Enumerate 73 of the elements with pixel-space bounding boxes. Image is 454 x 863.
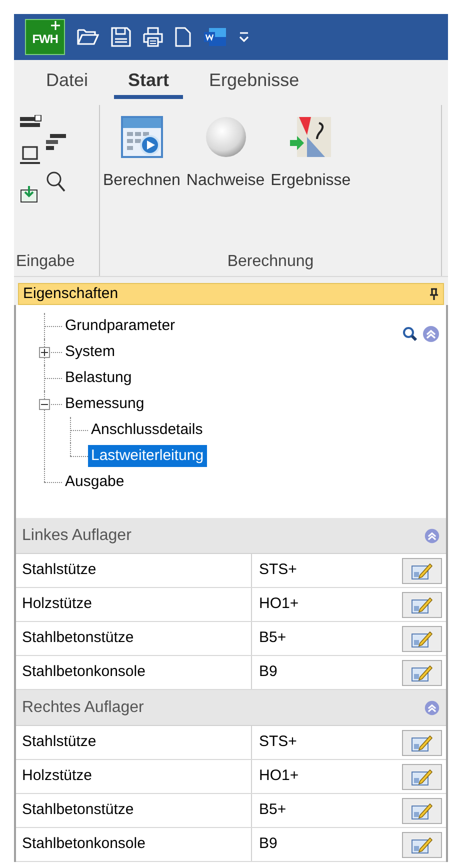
- edit-icon: [411, 734, 433, 752]
- new-document-icon[interactable]: [175, 27, 191, 47]
- save-icon[interactable]: [111, 27, 131, 47]
- print-icon[interactable]: [143, 27, 163, 47]
- toolbar-icon[interactable]: [20, 115, 42, 129]
- ribbon-button[interactable]: Berechnen: [100, 115, 184, 193]
- property-value: HO1+: [259, 594, 299, 614]
- tree-item[interactable]: Belastung: [62, 367, 135, 389]
- edit-button[interactable]: [402, 660, 442, 686]
- edit-button[interactable]: [402, 730, 442, 756]
- property-name: Stahlbetonkonsole: [22, 834, 146, 854]
- property-name: Holzstütze: [22, 766, 92, 786]
- property-name: Stahlbetonstütze: [22, 628, 134, 648]
- search-icon[interactable]: [46, 171, 66, 193]
- property-value: B9: [259, 662, 278, 682]
- bars-icon[interactable]: [46, 133, 66, 153]
- ribbon-button[interactable]: Ergebnisse: [268, 115, 354, 193]
- edit-icon: [411, 768, 433, 786]
- monitor-icon[interactable]: [20, 145, 40, 167]
- property-value: STS+: [259, 560, 297, 580]
- section-header[interactable]: Rechtes Auflager: [16, 690, 446, 726]
- property-value: B5+: [259, 800, 286, 820]
- app-logo: FWH: [25, 19, 65, 55]
- property-name: Stahlstütze: [22, 732, 96, 752]
- tree-item[interactable]: Bemessung: [62, 393, 148, 415]
- panel-title: Eigenschaften: [23, 284, 118, 304]
- tree-item[interactable]: Grundparameter: [62, 315, 178, 337]
- collapse-icon[interactable]: [424, 700, 440, 716]
- property-value: HO1+: [259, 766, 299, 786]
- sphere-icon: [204, 115, 248, 159]
- tree-item[interactable]: Lastweiterleitung: [88, 445, 207, 467]
- tree-item[interactable]: System: [62, 341, 118, 363]
- edit-icon: [411, 630, 433, 648]
- property-name: Stahlbetonstütze: [22, 800, 134, 820]
- property-name: Stahlstütze: [22, 560, 96, 580]
- folder-icon[interactable]: [77, 28, 99, 46]
- edit-icon: [411, 836, 433, 854]
- section-title: Linkes Auflager: [22, 526, 132, 546]
- edit-button[interactable]: [402, 798, 442, 824]
- edit-button[interactable]: [402, 764, 442, 790]
- property-value: STS+: [259, 732, 297, 752]
- dropdown-icon[interactable]: [239, 30, 249, 44]
- edit-button[interactable]: [402, 558, 442, 584]
- calculator-icon: [120, 115, 164, 159]
- edit-button[interactable]: [402, 832, 442, 858]
- ribbon-tab[interactable]: Start: [114, 65, 184, 99]
- search-icon[interactable]: [402, 326, 418, 342]
- property-name: Holzstütze: [22, 594, 92, 614]
- ribbon-button[interactable]: Nachweise: [183, 115, 268, 193]
- property-name: Stahlbetonkonsole: [22, 662, 146, 682]
- edit-button[interactable]: [402, 592, 442, 618]
- expander-icon[interactable]: [39, 347, 50, 358]
- pin-icon[interactable]: [429, 288, 439, 300]
- edit-icon: [411, 596, 433, 614]
- section-header[interactable]: Linkes Auflager: [16, 518, 446, 554]
- edit-icon: [411, 664, 433, 682]
- section-title: Rechtes Auflager: [22, 698, 144, 718]
- ribbon-tab[interactable]: Datei: [32, 65, 102, 99]
- edit-icon: [411, 802, 433, 820]
- group-label: Eingabe: [16, 252, 75, 272]
- edit-button[interactable]: [402, 626, 442, 652]
- collapse-icon[interactable]: [424, 528, 440, 544]
- ribbon-tab[interactable]: Ergebnisse: [195, 65, 314, 99]
- diagram-icon: [288, 115, 333, 159]
- edit-icon: [411, 562, 433, 580]
- property-value: B9: [259, 834, 278, 854]
- property-value: B5+: [259, 628, 286, 648]
- expander-icon[interactable]: [39, 399, 50, 410]
- tree-item[interactable]: Ausgabe: [62, 471, 128, 493]
- document-icon[interactable]: [203, 27, 227, 47]
- group-label: Berechnung: [227, 252, 314, 272]
- import-icon[interactable]: [20, 185, 38, 203]
- tree-item[interactable]: Anschlussdetails: [88, 419, 206, 441]
